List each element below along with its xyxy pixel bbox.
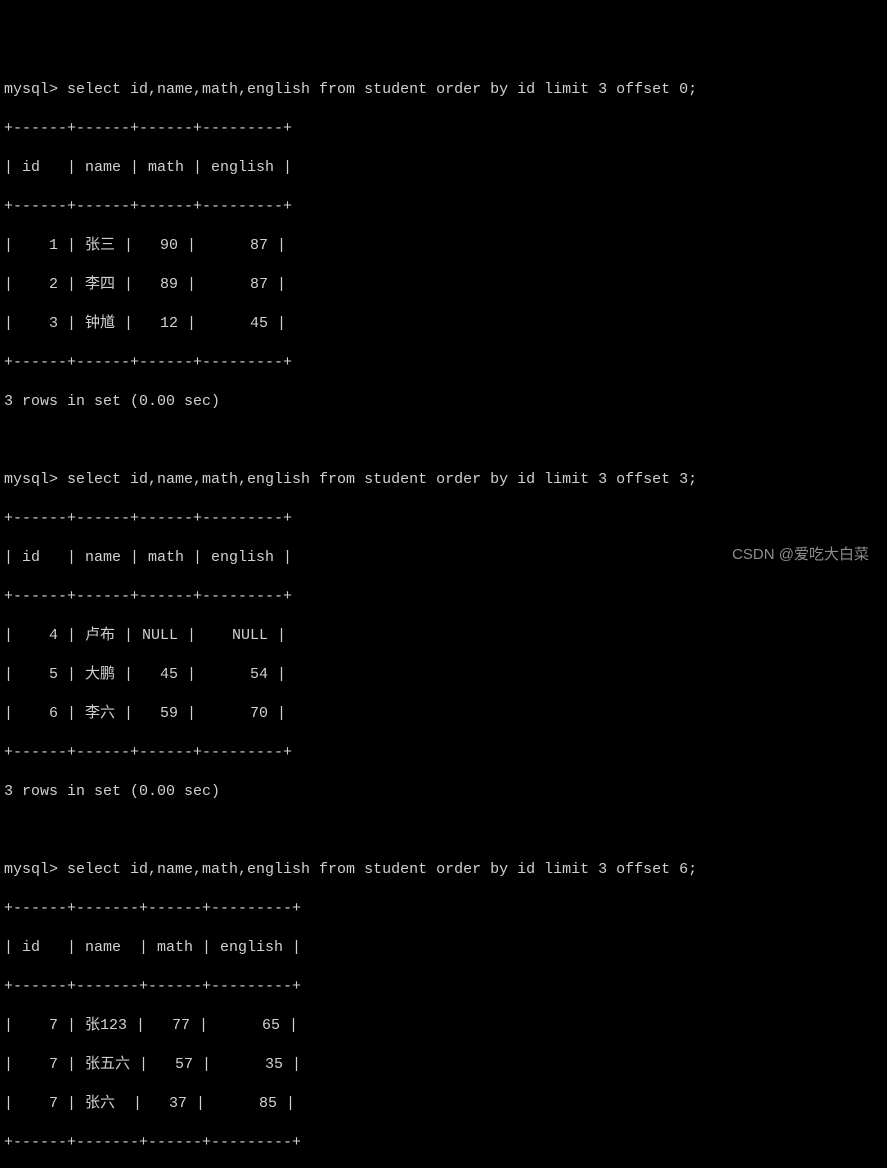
table-row: | 2 | 李四 | 89 | 87 | bbox=[4, 275, 883, 295]
table-header: | id | name | math | english | bbox=[4, 938, 883, 958]
table-row: | 7 | 张123 | 77 | 65 | bbox=[4, 1016, 883, 1036]
table-row: | 6 | 李六 | 59 | 70 | bbox=[4, 704, 883, 724]
query-line: mysql> select id,name,math,english from … bbox=[4, 80, 883, 100]
table-row: | 1 | 张三 | 90 | 87 | bbox=[4, 236, 883, 256]
table-border: +------+------+------+---------+ bbox=[4, 587, 883, 607]
query-line: mysql> select id,name,math,english from … bbox=[4, 470, 883, 490]
mysql-prompt[interactable]: mysql> bbox=[4, 861, 67, 878]
table-row: | 7 | 张五六 | 57 | 35 | bbox=[4, 1055, 883, 1075]
table-border: +------+------+------+---------+ bbox=[4, 197, 883, 217]
blank-line bbox=[4, 821, 883, 841]
sql-text: select id,name,math,english from student… bbox=[67, 861, 697, 878]
table-border: +------+-------+------+---------+ bbox=[4, 977, 883, 997]
table-border: +------+-------+------+---------+ bbox=[4, 899, 883, 919]
watermark-text: CSDN @爱吃大白菜 bbox=[732, 545, 869, 565]
status-line: 3 rows in set (0.00 sec) bbox=[4, 392, 883, 412]
sql-text: select id,name,math,english from student… bbox=[67, 471, 697, 488]
table-border: +------+------+------+---------+ bbox=[4, 743, 883, 763]
status-line: 3 rows in set (0.00 sec) bbox=[4, 782, 883, 802]
table-border: +------+------+------+---------+ bbox=[4, 509, 883, 529]
table-row: | 7 | 张六 | 37 | 85 | bbox=[4, 1094, 883, 1114]
blank-line bbox=[4, 431, 883, 451]
table-row: | 5 | 大鹏 | 45 | 54 | bbox=[4, 665, 883, 685]
table-border: +------+------+------+---------+ bbox=[4, 353, 883, 373]
table-header: | id | name | math | english | bbox=[4, 158, 883, 178]
table-border: +------+-------+------+---------+ bbox=[4, 1133, 883, 1153]
query-line: mysql> select id,name,math,english from … bbox=[4, 860, 883, 880]
mysql-prompt[interactable]: mysql> bbox=[4, 81, 67, 98]
mysql-prompt[interactable]: mysql> bbox=[4, 471, 67, 488]
table-row: | 3 | 钟馗 | 12 | 45 | bbox=[4, 314, 883, 334]
sql-text: select id,name,math,english from student… bbox=[67, 81, 697, 98]
table-row: | 4 | 卢布 | NULL | NULL | bbox=[4, 626, 883, 646]
table-border: +------+------+------+---------+ bbox=[4, 119, 883, 139]
